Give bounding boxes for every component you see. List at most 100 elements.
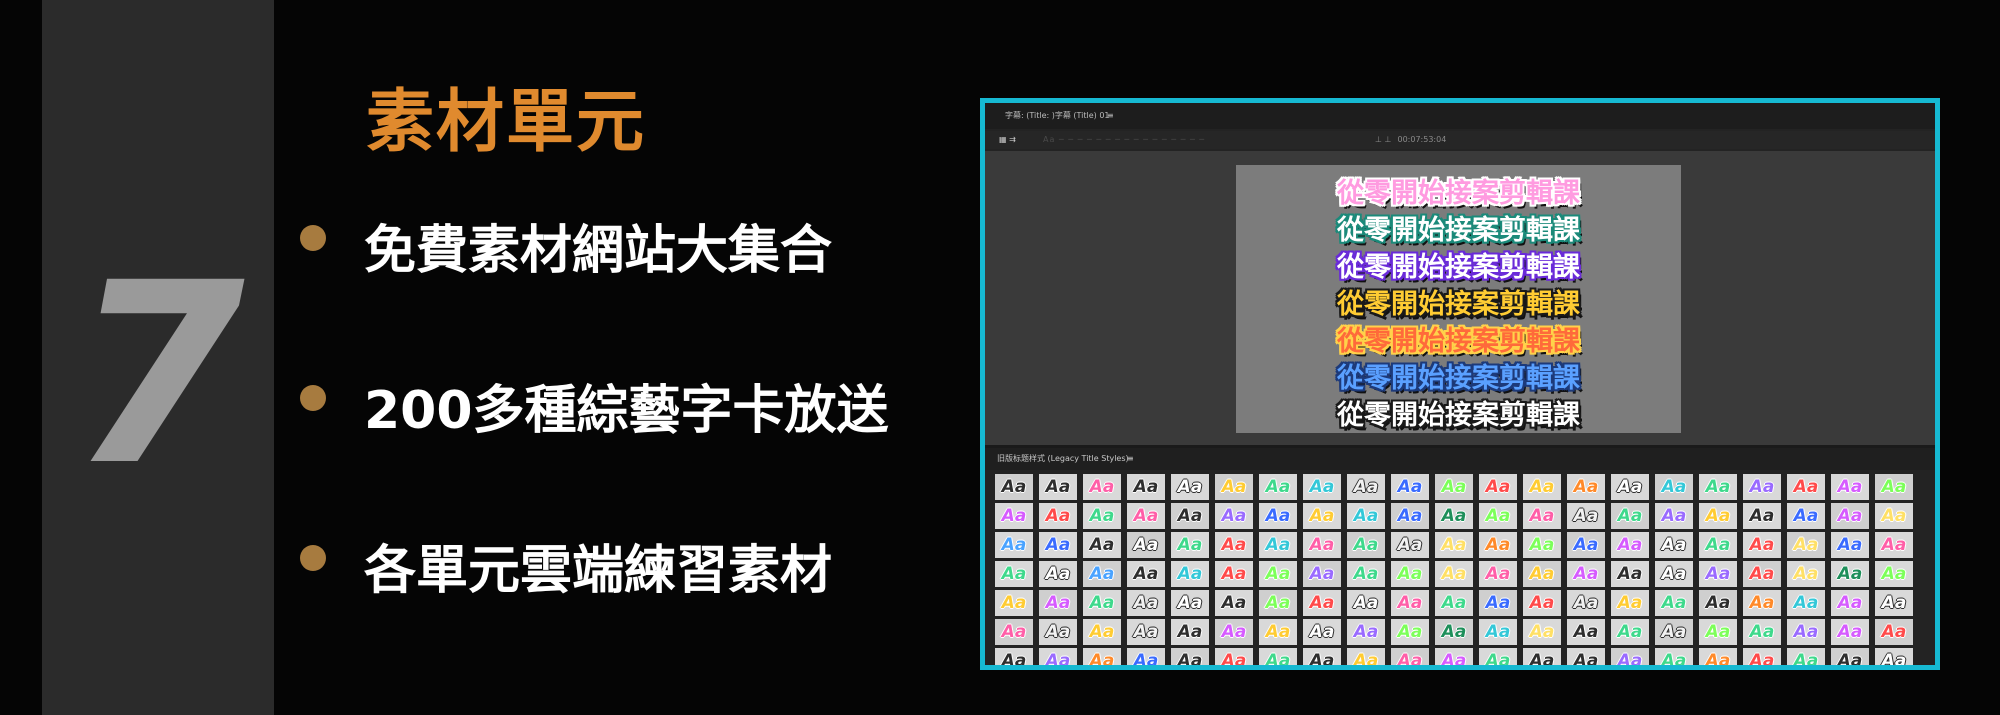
title-style-swatch[interactable]: Aa xyxy=(1567,619,1605,645)
title-style-swatch[interactable]: Aa xyxy=(1127,590,1165,616)
title-style-swatch[interactable]: Aa xyxy=(995,474,1033,500)
title-style-swatch[interactable]: Aa xyxy=(1391,648,1429,665)
title-style-swatch[interactable]: Aa xyxy=(1347,532,1385,558)
title-style-swatch[interactable]: Aa xyxy=(1787,474,1825,500)
title-style-swatch[interactable]: Aa xyxy=(1171,590,1209,616)
title-style-swatch[interactable]: Aa xyxy=(1391,532,1429,558)
title-style-swatch[interactable]: Aa xyxy=(1743,619,1781,645)
title-style-swatch[interactable]: Aa xyxy=(1699,532,1737,558)
title-style-swatch[interactable]: Aa xyxy=(1787,561,1825,587)
title-style-swatch[interactable]: Aa xyxy=(1523,503,1561,529)
title-style-swatch[interactable]: Aa xyxy=(1391,503,1429,529)
title-style-swatch[interactable]: Aa xyxy=(1567,503,1605,529)
panel-menu-icon[interactable]: ≡ xyxy=(1107,103,1114,129)
title-style-swatch[interactable]: Aa xyxy=(1039,648,1077,665)
title-style-swatch[interactable]: Aa xyxy=(995,561,1033,587)
title-style-swatch[interactable]: Aa xyxy=(1039,590,1077,616)
title-style-swatch[interactable]: Aa xyxy=(1083,532,1121,558)
title-style-swatch[interactable]: Aa xyxy=(1611,619,1649,645)
align-icon[interactable]: ⊥ ⊥ xyxy=(1375,135,1391,144)
title-style-swatch[interactable]: Aa xyxy=(1435,474,1473,500)
title-style-swatch[interactable]: Aa xyxy=(1699,619,1737,645)
title-style-swatch[interactable]: Aa xyxy=(1479,619,1517,645)
title-style-swatch[interactable]: Aa xyxy=(1171,561,1209,587)
title-style-swatch[interactable]: Aa xyxy=(1479,503,1517,529)
title-style-swatch[interactable]: Aa xyxy=(1699,503,1737,529)
title-style-swatch[interactable]: Aa xyxy=(1655,619,1693,645)
title-style-swatch[interactable]: Aa xyxy=(1083,619,1121,645)
title-style-swatch[interactable]: Aa xyxy=(1743,474,1781,500)
title-style-swatch[interactable]: Aa xyxy=(1875,619,1913,645)
title-style-swatch[interactable]: Aa xyxy=(1347,648,1385,665)
title-style-swatch[interactable]: Aa xyxy=(1523,474,1561,500)
title-style-swatch[interactable]: Aa xyxy=(1347,503,1385,529)
title-style-swatch[interactable]: Aa xyxy=(995,532,1033,558)
title-style-swatch[interactable]: Aa xyxy=(1611,503,1649,529)
title-style-swatch[interactable]: Aa xyxy=(1083,590,1121,616)
title-style-swatch[interactable]: Aa xyxy=(1655,561,1693,587)
title-style-swatch[interactable]: Aa xyxy=(1171,474,1209,500)
title-style-swatch[interactable]: Aa xyxy=(1215,648,1253,665)
styles-menu-icon[interactable]: ≡ xyxy=(1127,448,1134,470)
title-style-swatch[interactable]: Aa xyxy=(1171,648,1209,665)
title-style-swatch[interactable]: Aa xyxy=(1479,532,1517,558)
title-style-swatch[interactable]: Aa xyxy=(1655,532,1693,558)
title-style-swatch[interactable]: Aa xyxy=(1039,619,1077,645)
title-style-swatch[interactable]: Aa xyxy=(1831,561,1869,587)
title-style-swatch[interactable]: Aa xyxy=(1567,648,1605,665)
title-style-swatch[interactable]: Aa xyxy=(1523,648,1561,665)
title-style-swatch[interactable]: Aa xyxy=(1699,474,1737,500)
title-style-swatch[interactable]: Aa xyxy=(1435,619,1473,645)
title-style-swatch[interactable]: Aa xyxy=(1303,474,1341,500)
title-style-swatch[interactable]: Aa xyxy=(1787,503,1825,529)
title-style-swatch[interactable]: Aa xyxy=(1743,590,1781,616)
title-style-swatch[interactable]: Aa xyxy=(1831,532,1869,558)
title-style-swatch[interactable]: Aa xyxy=(1083,503,1121,529)
title-style-swatch[interactable]: Aa xyxy=(1831,503,1869,529)
title-style-swatch[interactable]: Aa xyxy=(1259,561,1297,587)
toolbar-tool-icons[interactable]: ▦ ⇉ xyxy=(999,131,1016,149)
title-style-swatch[interactable]: Aa xyxy=(1391,619,1429,645)
title-style-swatch[interactable]: Aa xyxy=(1391,474,1429,500)
title-style-swatch[interactable]: Aa xyxy=(995,648,1033,665)
title-style-swatch[interactable]: Aa xyxy=(1127,648,1165,665)
title-style-swatch[interactable]: Aa xyxy=(1655,648,1693,665)
title-style-swatch[interactable]: Aa xyxy=(1831,619,1869,645)
title-style-swatch[interactable]: Aa xyxy=(1259,648,1297,665)
title-style-swatch[interactable]: Aa xyxy=(1743,532,1781,558)
title-style-swatch[interactable]: Aa xyxy=(1523,532,1561,558)
styles-panel-title[interactable]: 旧版标题样式 (Legacy Title Styles) xyxy=(997,448,1129,470)
title-style-swatch[interactable]: Aa xyxy=(1039,503,1077,529)
title-style-swatch[interactable]: Aa xyxy=(1347,619,1385,645)
title-style-swatch[interactable]: Aa xyxy=(995,590,1033,616)
title-style-swatch[interactable]: Aa xyxy=(1083,648,1121,665)
title-style-swatch[interactable]: Aa xyxy=(1127,474,1165,500)
title-style-swatch[interactable]: Aa xyxy=(1303,590,1341,616)
title-style-swatch[interactable]: Aa xyxy=(1567,532,1605,558)
title-style-swatch[interactable]: Aa xyxy=(1215,619,1253,645)
title-style-swatch[interactable]: Aa xyxy=(1699,561,1737,587)
title-style-swatch[interactable]: Aa xyxy=(1611,532,1649,558)
title-style-swatch[interactable]: Aa xyxy=(1171,532,1209,558)
title-style-swatch[interactable]: Aa xyxy=(1787,532,1825,558)
title-style-swatch[interactable]: Aa xyxy=(1831,474,1869,500)
title-style-swatch[interactable]: Aa xyxy=(1567,474,1605,500)
title-style-swatch[interactable]: Aa xyxy=(1523,590,1561,616)
title-style-swatch[interactable]: Aa xyxy=(1479,648,1517,665)
title-style-swatch[interactable]: Aa xyxy=(1435,561,1473,587)
title-style-swatch[interactable]: Aa xyxy=(1655,590,1693,616)
title-style-swatch[interactable]: Aa xyxy=(1479,561,1517,587)
title-style-swatch[interactable]: Aa xyxy=(1215,590,1253,616)
title-style-swatch[interactable]: Aa xyxy=(1787,648,1825,665)
title-style-swatch[interactable]: Aa xyxy=(1127,619,1165,645)
title-style-swatch[interactable]: Aa xyxy=(1611,648,1649,665)
title-style-swatch[interactable]: Aa xyxy=(1655,474,1693,500)
title-style-swatch[interactable]: Aa xyxy=(1347,474,1385,500)
title-style-swatch[interactable]: Aa xyxy=(1259,619,1297,645)
title-style-swatch[interactable]: Aa xyxy=(1303,619,1341,645)
title-style-swatch[interactable]: Aa xyxy=(995,619,1033,645)
title-style-swatch[interactable]: Aa xyxy=(1303,503,1341,529)
title-style-swatch[interactable]: Aa xyxy=(1215,561,1253,587)
title-style-swatch[interactable]: Aa xyxy=(1303,532,1341,558)
title-style-swatch[interactable]: Aa xyxy=(1611,474,1649,500)
